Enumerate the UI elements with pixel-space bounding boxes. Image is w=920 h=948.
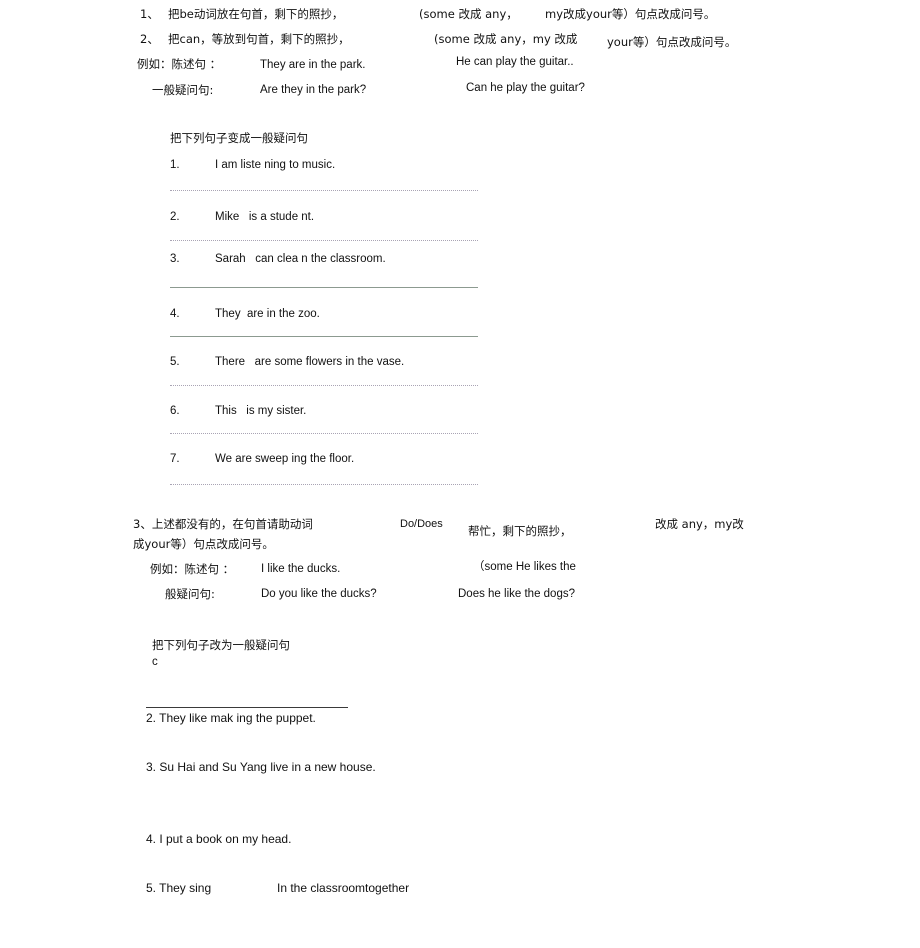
list-item-text: They are in the zoo. <box>215 308 320 320</box>
rule-2-text: 把can，等放到句首，剩下的照抄， <box>168 32 350 46</box>
rule-1-number: 1、 <box>140 7 159 21</box>
answer-rule <box>170 190 478 191</box>
rule-2-number: 2、 <box>140 32 159 46</box>
exercise-one-heading: 把下列句子变成一般疑问句 <box>170 131 308 145</box>
answer-rule <box>170 240 478 241</box>
answer-rule <box>170 385 478 386</box>
answer-rule <box>170 433 478 434</box>
example-statement-right: He can play the guitar.. <box>456 56 574 68</box>
list-item-number: 1. <box>170 159 180 171</box>
list-item-number: 6. <box>170 405 180 417</box>
list-item-text: Mike is a stude nt. <box>215 211 315 223</box>
example-question-right: Can he play the guitar? <box>466 82 585 94</box>
list-item-text: 3. Su Hai and Su Yang live in a new hous… <box>146 760 376 774</box>
rule-1-text: 把be动词放在句首，剩下的照抄， <box>168 7 344 21</box>
rule-3-example-question: Do you like the ducks? <box>261 588 377 600</box>
rule-3-help: 帮忙，剩下的照抄， <box>468 524 572 538</box>
worksheet-page: 1、 把be动词放在句首，剩下的照抄， (some 改成 any， my改成yo… <box>0 0 920 948</box>
list-item-number: 7. <box>170 453 180 465</box>
exercise-two-heading: 把下列句子改为一般疑问句 <box>152 638 290 652</box>
rule-1-note-2: my改成your等）句点改成问号。 <box>545 7 716 21</box>
list-item-number: 2. <box>170 211 180 223</box>
rule-1-note: (some 改成 any， <box>419 7 518 21</box>
rule-2-note: (some 改成 any，my 改成 <box>434 32 578 46</box>
example-label: 例如：陈述句 ： <box>137 57 222 71</box>
rule-3-line-2: 成your等）句点改成问号。 <box>133 537 274 551</box>
list-item-number: 3. <box>170 253 180 265</box>
example-statement: They are in the park. <box>260 59 366 71</box>
rule-3-example-label: 例如：陈述句 ： <box>150 562 235 576</box>
answer-rule <box>170 287 478 288</box>
list-item-text: This is my sister. <box>215 405 307 417</box>
rule-3-question-label: 般疑问句: <box>165 587 215 601</box>
rule-3-right-note: 改成 any，my改 <box>655 517 744 531</box>
list-item-text: 5. They sing <box>146 881 212 895</box>
list-item-text-tail: In the classroomtogether <box>277 881 410 895</box>
stray-character: c <box>152 656 158 668</box>
example-question: Are they in the park? <box>260 84 367 96</box>
rule-3-example-statement-right: （some He likes the <box>473 561 576 573</box>
list-item-text: I am liste ning to music. <box>215 159 336 171</box>
question-label: 一般疑问句: <box>152 83 214 97</box>
rule-3-example-statement: I like the ducks. <box>261 563 341 575</box>
list-item-text: Sarah can clea n the classroom. <box>215 253 386 265</box>
list-item-text: 4. I put a book on my head. <box>146 832 292 846</box>
rule-3-line-1: 3、上述都没有的，在句首请助动词 <box>133 517 313 531</box>
list-item-number: 4. <box>170 308 180 320</box>
rule-3-example-question-right: Does he like the dogs? <box>458 588 575 600</box>
list-item-number: 5. <box>170 356 180 368</box>
answer-rule <box>170 484 478 485</box>
answer-rule <box>146 707 348 708</box>
list-item-text: There are some flowers in the vase. <box>215 356 405 368</box>
rule-2-note-2: your等）句点改成问号。 <box>607 35 737 49</box>
rule-3-auxiliary: Do/Does <box>400 518 443 530</box>
list-item-text: 2. They like mak ing the puppet. <box>146 711 316 725</box>
list-item-text: We are sweep ing the floor. <box>215 453 355 465</box>
answer-rule <box>170 336 478 337</box>
